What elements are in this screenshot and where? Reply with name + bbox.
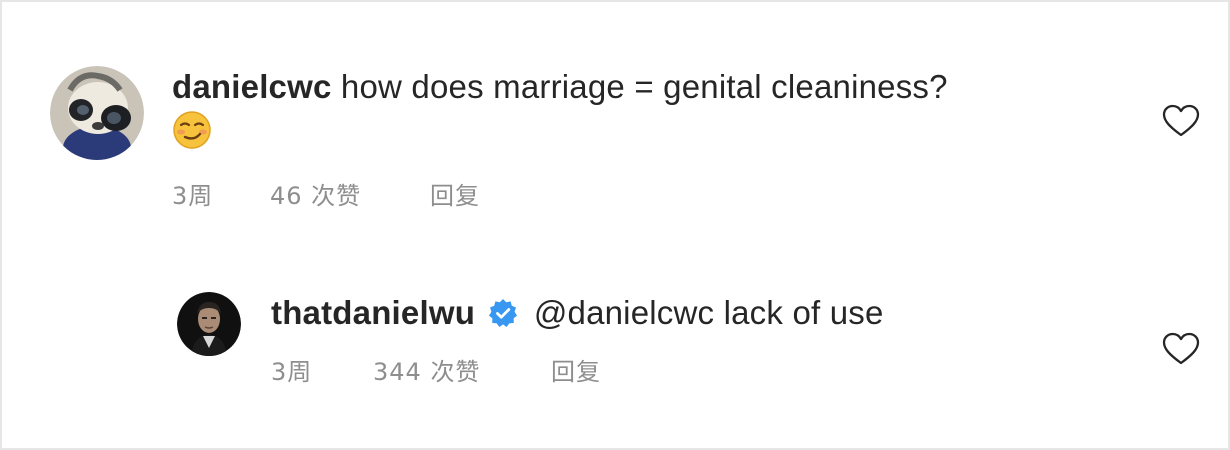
comment-body: thatdanielwu @danielcwc lack of use 3周 3… [271,292,1200,387]
verified-badge-icon [489,299,518,327]
comment-username[interactable]: danielcwc [172,68,332,105]
comment-item: danielcwc how does marriage = genital cl… [50,66,1200,211]
avatar[interactable] [50,66,144,160]
reply-comment-item: thatdanielwu @danielcwc lack of use 3周 3… [177,292,1200,387]
comment-body: danielcwc how does marriage = genital cl… [172,66,1200,211]
comment-meta: 3周 344 次赞 回复 [271,352,1200,387]
comment-like-count[interactable]: 344 次赞 [373,352,551,387]
panda-avatar-icon [50,66,144,160]
avatar[interactable] [177,292,241,356]
reply-button[interactable]: 回复 [430,176,480,211]
comment-timestamp[interactable]: 3周 [172,176,270,211]
comment-text: how does marriage = genital cleaniness? [340,68,948,105]
comments-panel: danielcwc how does marriage = genital cl… [0,0,1230,450]
heart-outline-icon[interactable] [1162,332,1200,366]
comment-meta: 3周 46 次赞 回复 [172,176,1200,211]
smirking-face-icon [173,111,211,149]
comment-timestamp[interactable]: 3周 [271,352,373,387]
comment-line: danielcwc how does marriage = genital cl… [172,66,1200,108]
portrait-avatar-icon [177,292,241,356]
comment-username[interactable]: thatdanielwu [271,294,475,331]
reply-button[interactable]: 回复 [551,352,601,387]
comment-line: thatdanielwu @danielcwc lack of use [271,292,1200,334]
heart-outline-icon[interactable] [1162,104,1200,138]
comment-text: @danielcwc lack of use [533,294,884,331]
comment-like-count[interactable]: 46 次赞 [270,176,430,211]
